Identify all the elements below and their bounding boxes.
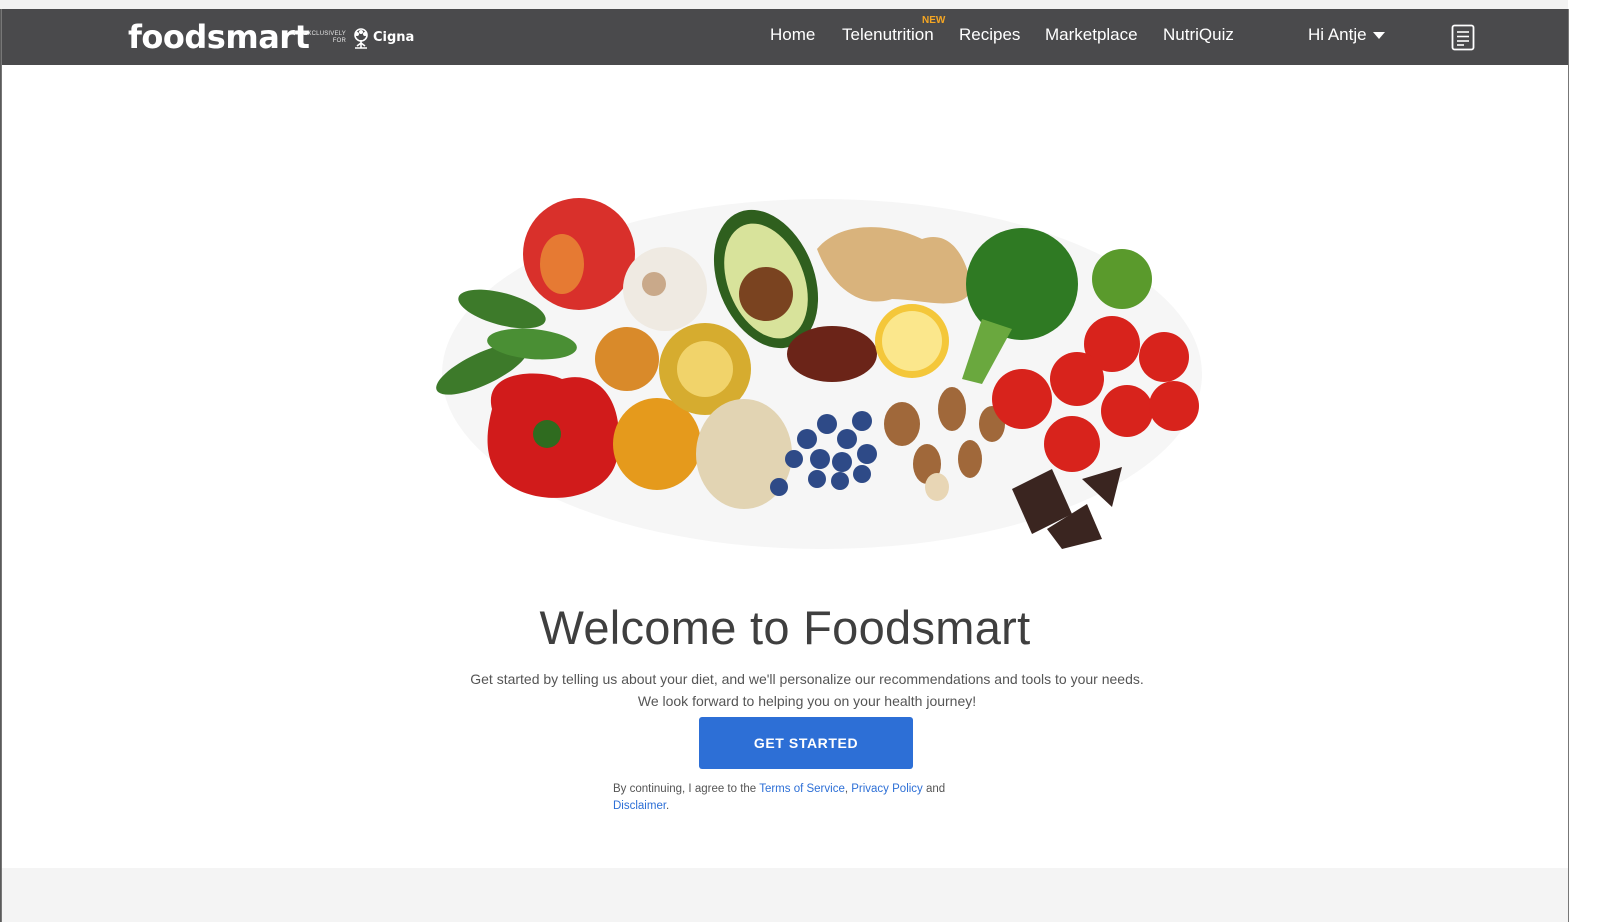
exclusive-line-1: EXCLUSIVELY [303, 31, 346, 37]
cigna-tree-icon [354, 28, 368, 49]
garlic [623, 247, 707, 331]
page-title: Welcome to Foodsmart [539, 601, 1031, 655]
legal-separator-2: and [922, 783, 946, 795]
exclusive-line-2: FOR [332, 38, 346, 44]
onion [595, 327, 659, 391]
legal-prefix: By continuing, I agree to the [613, 783, 760, 795]
user-greeting: Hi Antje [1308, 25, 1367, 44]
user-menu[interactable]: Hi Antje [1308, 25, 1385, 45]
legal-end: . [666, 800, 670, 812]
nav-marketplace[interactable]: Marketplace [1045, 25, 1138, 45]
privacy-policy-link[interactable]: Privacy Policy [851, 783, 923, 795]
terms-of-service-link[interactable]: Terms of Service [759, 783, 845, 795]
nav-telenutrition[interactable]: Telenutrition [842, 25, 934, 45]
brussels-sprout [1092, 249, 1152, 309]
turmeric [613, 398, 701, 490]
brand-logo[interactable]: foodsmart [128, 18, 310, 56]
top-navbar: foodsmart EXCLUSIVELY FOR Cigna Home NEW… [2, 9, 1568, 65]
page: foodsmart EXCLUSIVELY FOR Cigna Home NEW… [1, 9, 1569, 922]
nav-nutriquiz[interactable]: NutriQuiz [1163, 25, 1234, 45]
nav-home[interactable]: Home [770, 25, 815, 45]
footer-band [2, 868, 1568, 922]
exclusive-tag: EXCLUSIVELY FOR [300, 31, 346, 45]
chevron-down-icon [1372, 32, 1385, 40]
kidney-beans [787, 326, 877, 382]
hero-food-image [436, 198, 1202, 549]
window-top-strip [0, 0, 1600, 9]
nav-recipes[interactable]: Recipes [959, 25, 1020, 45]
legal-notice: By continuing, I agree to the Terms of S… [613, 781, 993, 815]
window-gutter [1568, 0, 1600, 922]
welcome-description: Get started by telling us about your die… [470, 671, 1144, 709]
document-list-icon[interactable] [1451, 24, 1475, 51]
disclaimer-link[interactable]: Disclaimer [613, 800, 666, 812]
get-started-button[interactable]: GET STARTED [699, 717, 913, 769]
partner-name: Cigna [373, 30, 415, 45]
